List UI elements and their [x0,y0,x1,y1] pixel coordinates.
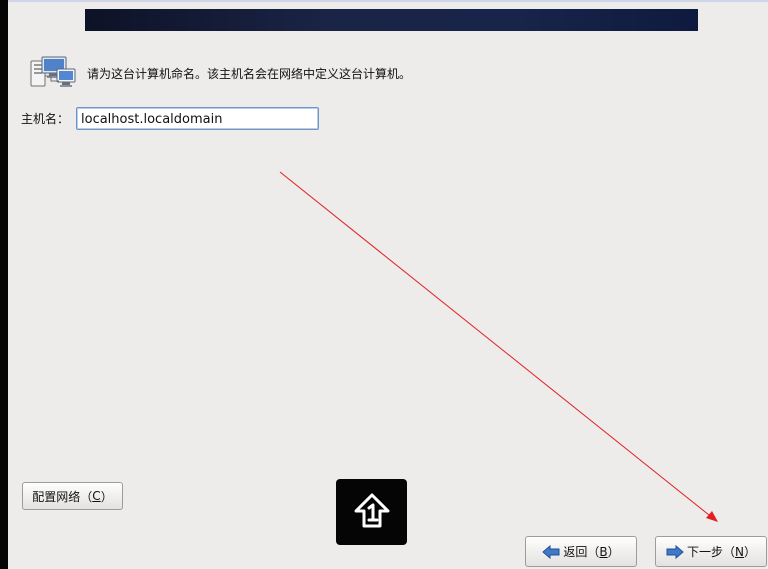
installer-window: 请为这台计算机命名。该主机名会在网络中定义这台计算机。 主机名： 配置网络（C）… [0,0,768,569]
next-mnemonic: N [735,544,744,559]
intro-row: 请为这台计算机命名。该主机名会在网络中定义这台计算机。 [29,56,709,90]
left-border [0,0,8,569]
upload-icon [351,490,393,535]
hostname-input[interactable] [76,107,319,130]
next-button[interactable]: 下一步（ N） [655,536,767,567]
hostname-label: 主机名： [21,112,70,126]
left-arrow-icon [542,544,560,559]
header-banner [85,9,698,31]
back-suffix: ） [607,545,620,559]
configure-network-suffix: ） [100,489,113,504]
upload-badge [336,479,407,545]
hostname-row: 主机名： [21,107,319,130]
annotation-arrow-head [706,511,718,522]
next-suffix: ） [743,545,756,559]
configure-network-mnemonic: C [92,489,101,503]
back-mnemonic: B [599,544,608,559]
next-label: 下一步（ [686,545,735,559]
intro-text: 请为这台计算机命名。该主机名会在网络中定义这台计算机。 [87,66,412,81]
back-label: 返回（ [563,545,600,559]
right-arrow-icon [666,544,684,559]
configure-network-button[interactable]: 配置网络（ C） [22,482,123,510]
network-computers-icon [29,55,77,91]
configure-network-label: 配置网络（ [32,489,93,504]
annotation-arrow-line [279,171,715,520]
back-button[interactable]: 返回（ B） [525,536,637,567]
top-border [8,0,768,2]
